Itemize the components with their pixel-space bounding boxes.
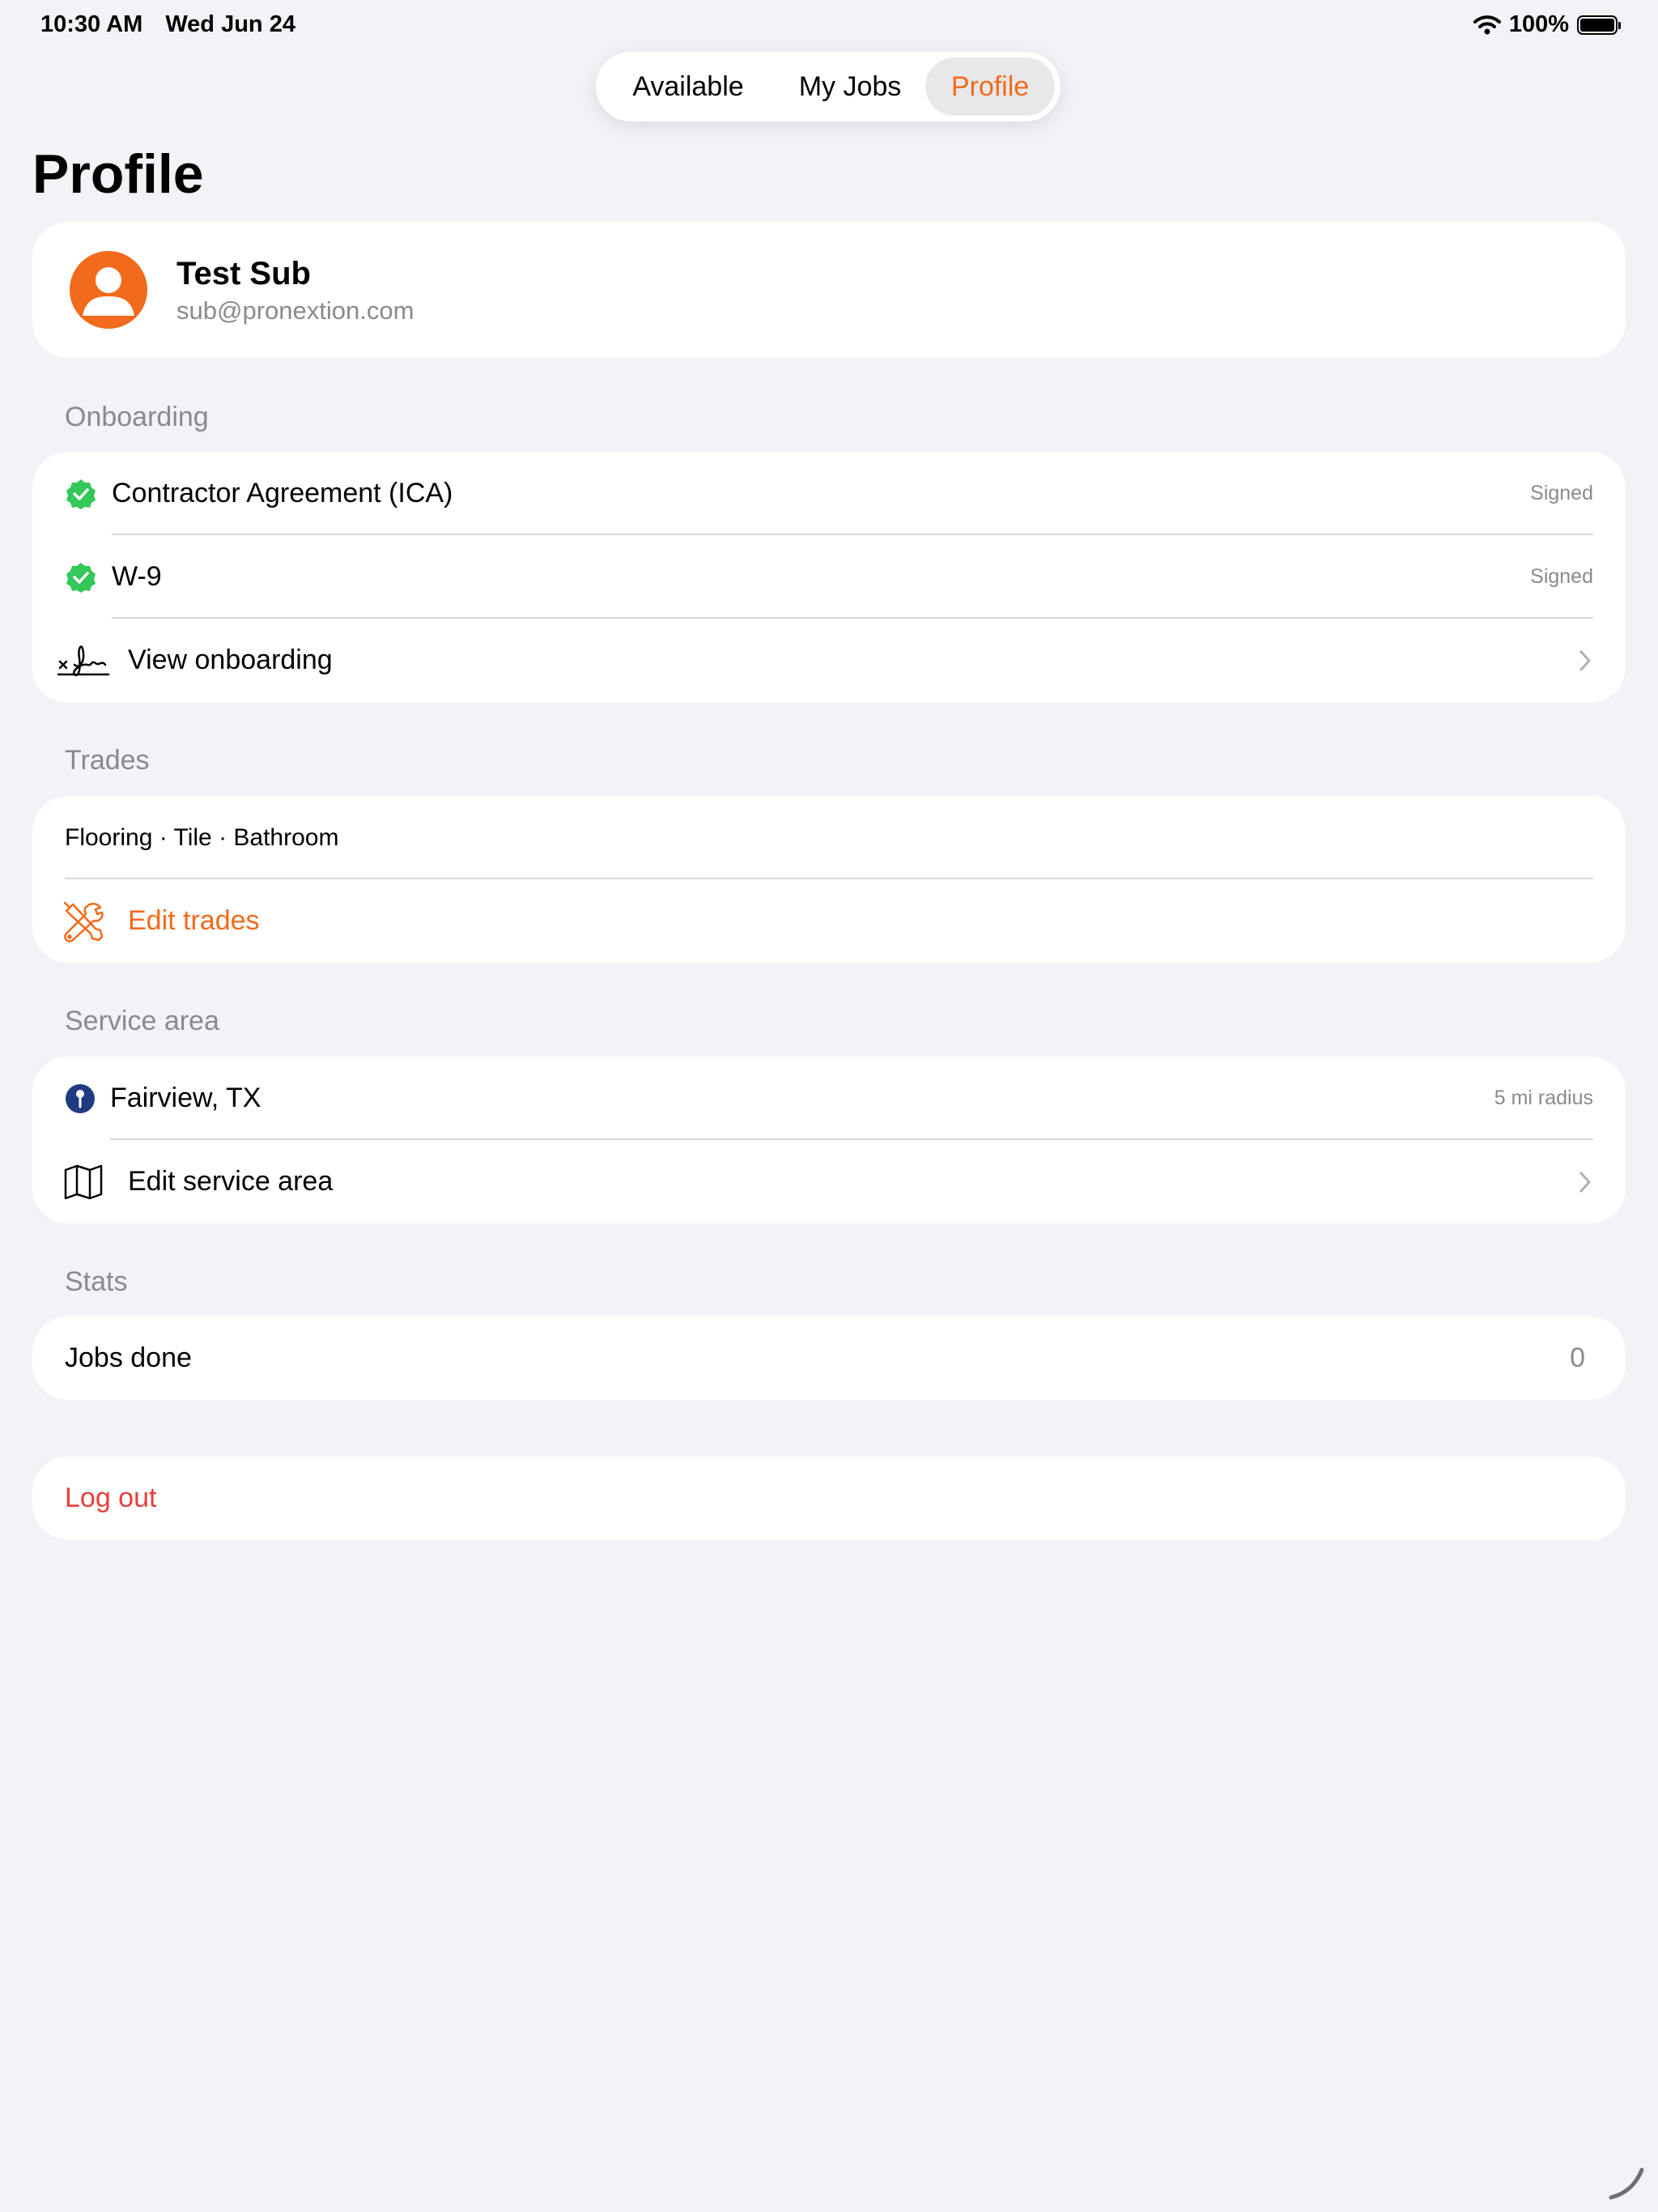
- section-header-trades: Trades: [65, 745, 150, 776]
- trades-list: Flooring · Tile · Bathroom: [65, 823, 339, 851]
- battery-icon: [1577, 15, 1621, 35]
- service-area-card: Fairview, TX 5 mi radius Edit service ar…: [32, 1057, 1626, 1223]
- onboarding-item-w9[interactable]: W-9 Signed: [32, 535, 1626, 619]
- tab-available[interactable]: Available: [602, 57, 775, 116]
- jobs-done-label: Jobs done: [65, 1342, 192, 1373]
- stats-jobs-done-row: Jobs done 0: [32, 1317, 1626, 1400]
- tab-switcher: Available My Jobs Profile: [596, 52, 1061, 121]
- status-right: 100%: [1473, 11, 1621, 38]
- edit-trades-button[interactable]: Edit trades: [32, 879, 1626, 963]
- battery-percent: 100%: [1508, 11, 1569, 37]
- service-location: Fairview, TX: [110, 1083, 261, 1113]
- wifi-icon: [1473, 15, 1501, 34]
- status-date: Wed Jun 24: [165, 11, 295, 37]
- trades-card: Flooring · Tile · Bathroom Edit trades: [32, 796, 1626, 963]
- chevron-right-icon: [1579, 1172, 1591, 1192]
- view-onboarding-label: View onboarding: [128, 644, 333, 675]
- service-location-row: Fairview, TX 5 mi radius: [32, 1057, 1626, 1140]
- onboarding-card: Contractor Agreement (ICA) Signed W-9 Si…: [32, 452, 1626, 703]
- tools-icon: [63, 901, 104, 942]
- section-header-stats: Stats: [65, 1266, 128, 1297]
- logout-card: Log out: [32, 1457, 1626, 1540]
- verified-check-icon: [66, 479, 96, 509]
- status-bar: 10:30 AM Wed Jun 24 100%: [0, 0, 1658, 52]
- profile-email: sub@pronextion.com: [176, 296, 414, 325]
- verified-check-icon: [66, 562, 96, 593]
- section-header-onboarding: Onboarding: [65, 402, 209, 432]
- tab-profile[interactable]: Profile: [925, 57, 1055, 116]
- edit-service-area-label: Edit service area: [128, 1166, 334, 1197]
- map-pin-icon: [66, 1083, 95, 1113]
- onboarding-item-label: Contractor Agreement (ICA): [112, 478, 453, 508]
- signature-icon: [57, 644, 110, 676]
- service-radius: 5 mi radius: [1494, 1087, 1593, 1109]
- edit-trades-label: Edit trades: [128, 905, 260, 936]
- corner-grabber-icon: [1609, 2167, 1644, 2200]
- onboarding-item-label: W-9: [112, 561, 162, 592]
- page-title: Profile: [32, 143, 204, 205]
- onboarding-item-status: Signed: [1530, 565, 1593, 588]
- stats-card: Jobs done 0: [32, 1317, 1626, 1400]
- map-icon: [64, 1164, 103, 1199]
- status-left: 10:30 AM Wed Jun 24: [40, 11, 312, 38]
- avatar-icon: [70, 251, 147, 329]
- chevron-right-icon: [1579, 650, 1591, 670]
- status-time: 10:30 AM: [40, 11, 143, 37]
- jobs-done-value: 0: [1570, 1342, 1585, 1373]
- view-onboarding-row[interactable]: View onboarding: [32, 619, 1626, 702]
- logout-label: Log out: [65, 1482, 157, 1513]
- onboarding-item-status: Signed: [1530, 482, 1593, 504]
- tab-my-jobs[interactable]: My Jobs: [775, 57, 925, 116]
- onboarding-item-ica[interactable]: Contractor Agreement (ICA) Signed: [32, 452, 1626, 535]
- profile-card[interactable]: Test Sub sub@pronextion.com: [32, 222, 1626, 358]
- section-header-service-area: Service area: [65, 1006, 219, 1036]
- logout-button[interactable]: Log out: [32, 1457, 1626, 1540]
- trades-list-row: Flooring · Tile · Bathroom: [32, 796, 1626, 879]
- edit-service-area-row[interactable]: Edit service area: [32, 1140, 1626, 1223]
- profile-name: Test Sub: [176, 256, 311, 291]
